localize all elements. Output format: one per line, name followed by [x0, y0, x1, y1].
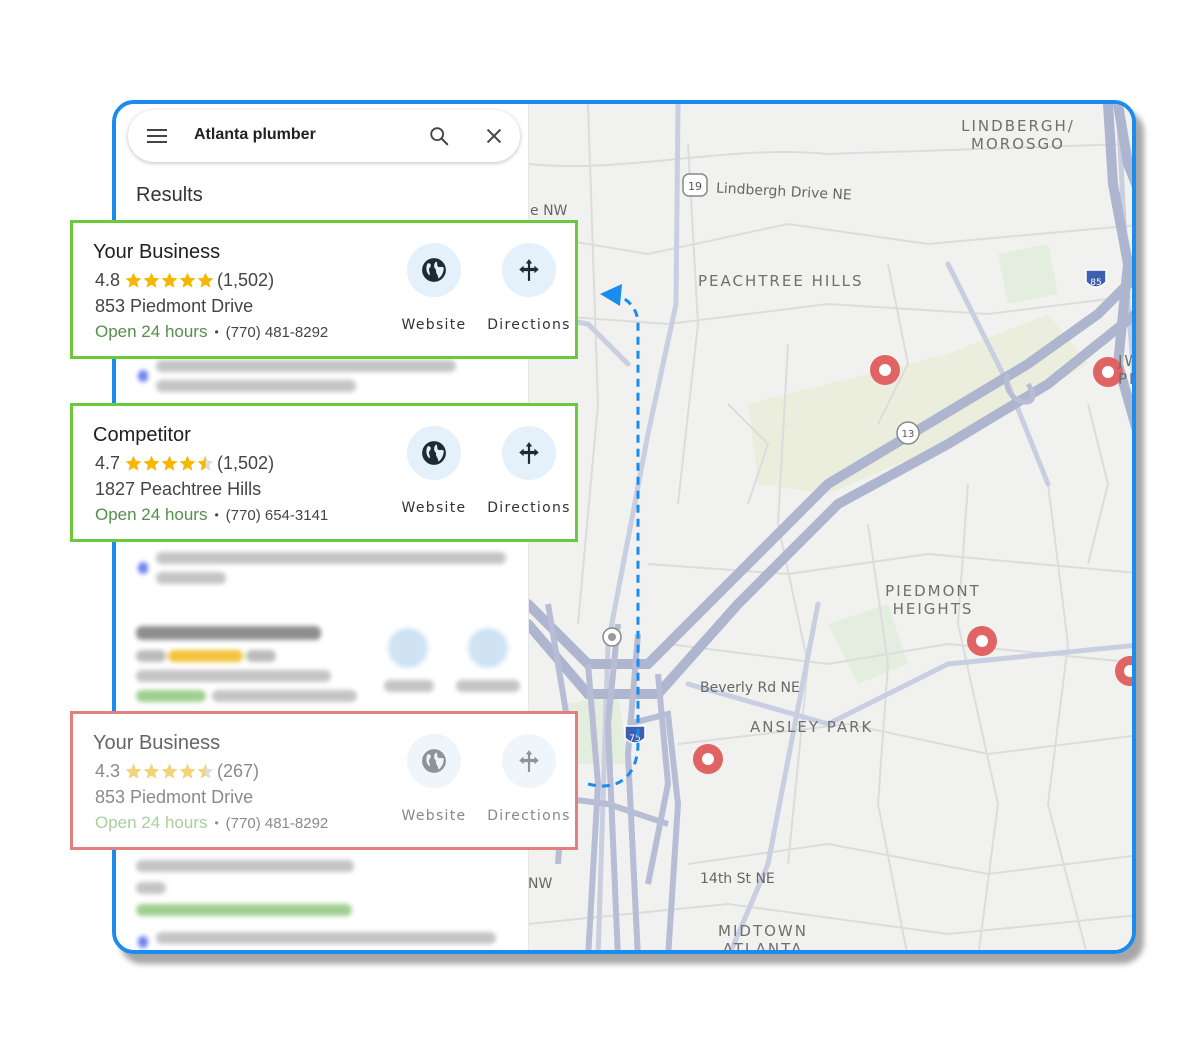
separator-dot: • [214, 325, 219, 339]
business-name[interactable]: Your Business [93, 241, 220, 264]
area-label-peachtree-hills: PEACHTREE HILLS [698, 272, 864, 290]
street-label-nw: NW [528, 876, 553, 892]
area-label-ansley-park: ANSLEY PARK [750, 718, 874, 736]
hours-row: Open 24 hours • (770) 481-8292 [95, 322, 328, 342]
map-roads: 19 85 13 75 [528, 104, 1132, 950]
website-label: Website [401, 500, 467, 516]
hours-status: Open 24 hours [95, 505, 208, 524]
street-label-e-nw: e NW [530, 203, 568, 219]
star-icon [125, 763, 142, 779]
area-label-piedmont-heights: PIEDMONT HEIGHTS [885, 582, 981, 618]
menu-icon[interactable] [147, 129, 167, 143]
star-rating [124, 454, 214, 473]
star-icon [179, 455, 196, 471]
street-label-beverly: Beverly Rd NE [700, 680, 800, 696]
area-label-jw: JW PI [1118, 352, 1136, 388]
star-icon [143, 272, 160, 288]
map-view[interactable]: 19 85 13 75 LINDBERGH/ MOROSGO PEACHTREE… [528, 104, 1136, 954]
star-rating [124, 762, 214, 781]
rating-row: 4.8 (1,502) [95, 270, 274, 291]
directions-icon [519, 259, 539, 281]
star-icon [197, 455, 214, 471]
star-icon [143, 763, 160, 779]
star-icon [125, 272, 142, 288]
globe-icon [422, 441, 446, 465]
business-address: 853 Piedmont Drive [95, 296, 254, 316]
directions-label: Directions [487, 500, 571, 516]
website-label: Website [401, 808, 467, 824]
star-icon [125, 455, 142, 471]
directions-button[interactable]: Directions [484, 734, 574, 824]
star-icon [161, 455, 178, 471]
business-name[interactable]: Your Business [93, 732, 220, 755]
star-icon [197, 763, 214, 779]
directions-label: Directions [487, 808, 571, 824]
result-card-your-business-low[interactable]: Your Business 4.3 (267) 853 Piedmont Dri… [70, 711, 578, 850]
star-icon [179, 272, 196, 288]
star-icon [197, 272, 214, 288]
results-heading: Results [136, 184, 203, 206]
business-name[interactable]: Competitor [93, 424, 191, 447]
globe-icon [422, 749, 446, 773]
directions-icon [519, 442, 539, 464]
star-icon [179, 763, 196, 779]
search-bar[interactable]: Atlanta plumber [128, 110, 520, 162]
area-label-lindbergh: LINDBERGH/ MOROSGO [961, 117, 1075, 153]
rating-row: 4.7 (1,502) [95, 453, 274, 474]
result-card-your-business[interactable]: Your Business 4.8 (1,502) 853 Piedmont D… [70, 220, 578, 359]
rating-value: 4.8 [95, 270, 121, 290]
business-address: 1827 Peachtree Hills [95, 479, 262, 499]
hours-row: Open 24 hours • (770) 654-3141 [95, 505, 328, 525]
website-button[interactable]: Website [389, 243, 479, 333]
svg-text:19: 19 [688, 180, 702, 193]
review-count[interactable]: (267) [217, 761, 259, 782]
phone-number[interactable]: (770) 481-8292 [226, 815, 329, 832]
separator-dot: • [214, 508, 219, 522]
star-icon [161, 763, 178, 779]
area-label-midtown: MIDTOWN ATLANTA [718, 922, 808, 954]
rating-value: 4.3 [95, 761, 121, 781]
hours-row: Open 24 hours • (770) 481-8292 [95, 813, 328, 833]
hours-status: Open 24 hours [95, 322, 208, 341]
svg-text:85: 85 [1090, 278, 1101, 288]
close-icon[interactable] [483, 125, 505, 147]
phone-number[interactable]: (770) 654-3141 [226, 507, 329, 524]
rating-row: 4.3 (267) [95, 761, 259, 782]
website-button[interactable]: Website [389, 426, 479, 516]
result-card-competitor[interactable]: Competitor 4.7 (1,502) 1827 Peachtree Hi… [70, 403, 578, 542]
globe-icon [422, 258, 446, 282]
website-button[interactable]: Website [389, 734, 479, 824]
star-rating [124, 271, 214, 290]
rating-value: 4.7 [95, 453, 121, 473]
directions-button[interactable]: Directions [484, 426, 574, 516]
review-count[interactable]: (1,502) [217, 270, 274, 291]
street-label-14th: 14th St NE [700, 871, 775, 887]
star-icon [143, 455, 160, 471]
search-input[interactable]: Atlanta plumber [194, 126, 316, 144]
directions-label: Directions [487, 317, 571, 333]
svg-text:13: 13 [902, 429, 915, 440]
separator-dot: • [214, 816, 219, 830]
review-count[interactable]: (1,502) [217, 453, 274, 474]
search-icon[interactable] [428, 125, 450, 147]
directions-button[interactable]: Directions [484, 243, 574, 333]
hours-status: Open 24 hours [95, 813, 208, 832]
website-label: Website [401, 317, 467, 333]
phone-number[interactable]: (770) 481-8292 [226, 324, 329, 341]
directions-icon [519, 750, 539, 772]
star-icon [161, 272, 178, 288]
business-address: 853 Piedmont Drive [95, 787, 254, 807]
